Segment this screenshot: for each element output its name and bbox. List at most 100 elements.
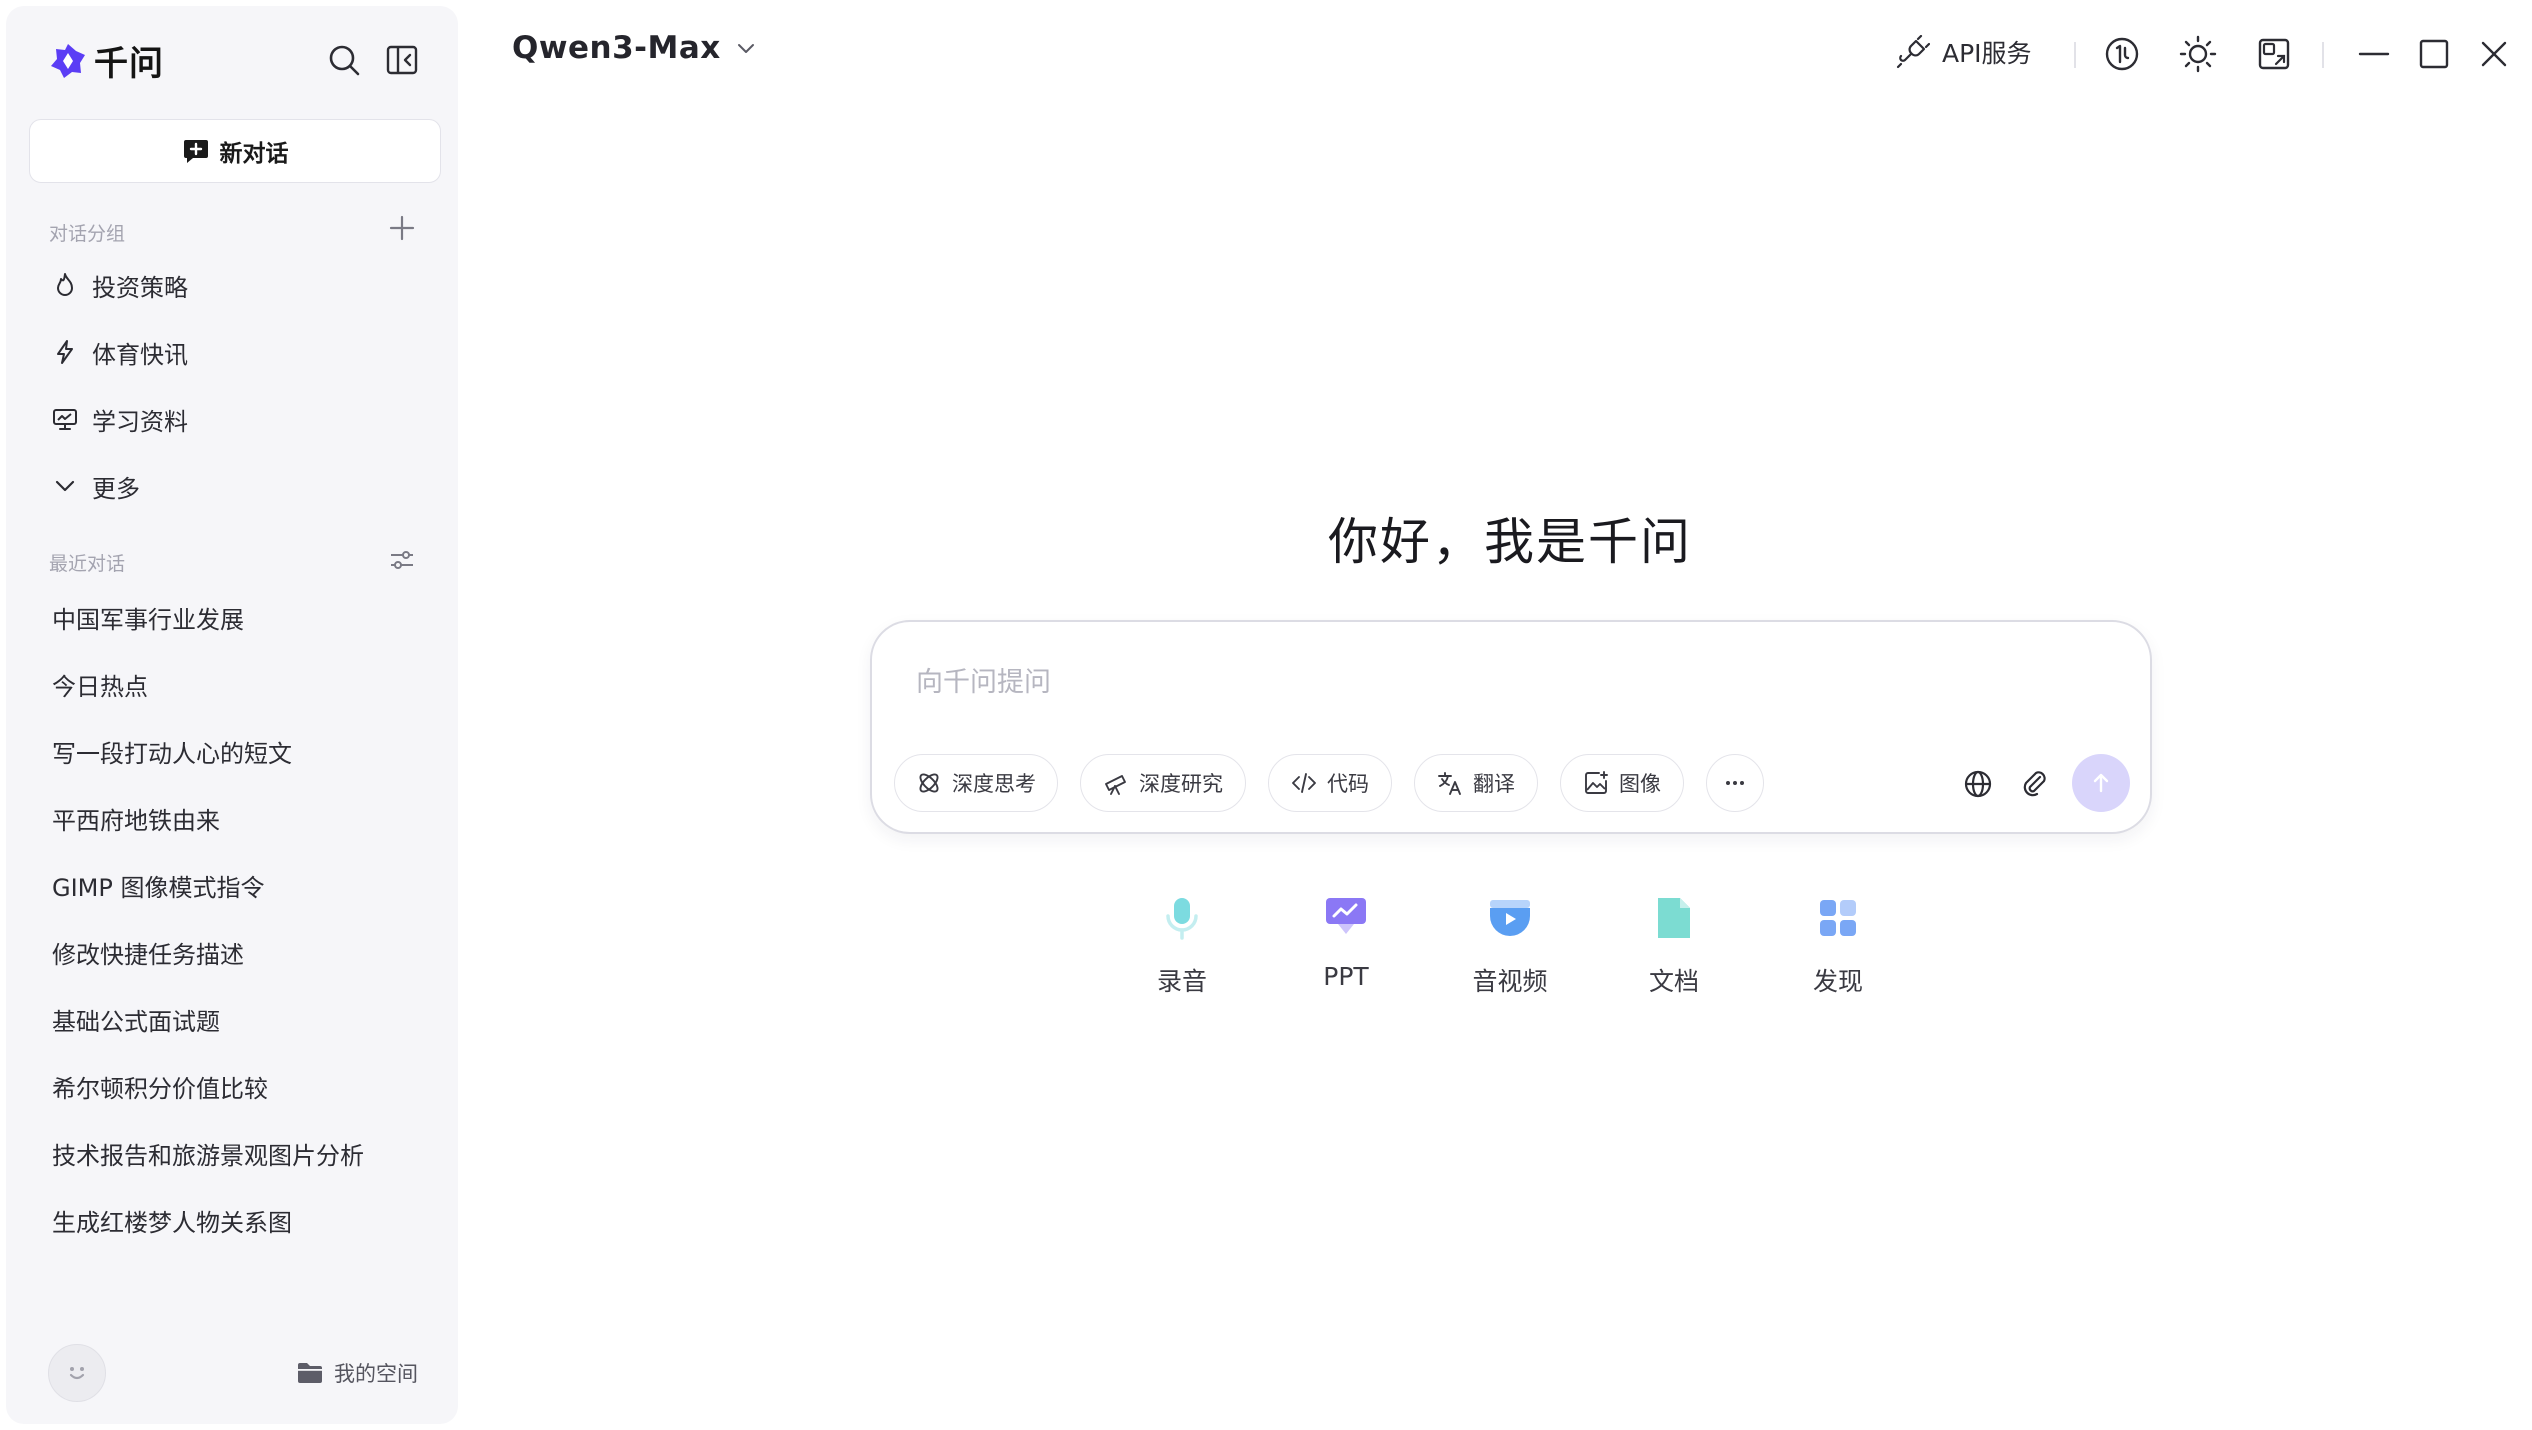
fire-icon bbox=[57, 273, 73, 296]
my-space-button[interactable]: 我的空间 bbox=[296, 1358, 418, 1388]
lightning-icon bbox=[57, 340, 73, 364]
recent-chat-item[interactable]: 技术报告和旅游景观图片分析 bbox=[42, 1125, 432, 1181]
search-button[interactable] bbox=[324, 40, 364, 80]
chevron-down-icon bbox=[55, 480, 75, 492]
presentation-icon bbox=[53, 409, 77, 430]
recent-chat-item[interactable]: 写一段打动人心的短文 bbox=[42, 723, 432, 779]
search-icon bbox=[329, 45, 360, 76]
recent-chat-item[interactable]: 修改快捷任务描述 bbox=[42, 924, 432, 980]
recent-chat-item[interactable]: GIMP 图像模式指令 bbox=[42, 857, 432, 913]
chevron-down-icon bbox=[737, 44, 754, 53]
filter-recent-button[interactable] bbox=[388, 546, 416, 574]
group-item-label: 投资策略 bbox=[92, 273, 188, 302]
group-item-label: 更多 bbox=[92, 474, 140, 503]
close-icon bbox=[2481, 41, 2507, 67]
deep-think-chip[interactable]: 深度思考 bbox=[894, 754, 1058, 812]
window-split-icon bbox=[2258, 38, 2290, 70]
chip-label: 深度思考 bbox=[952, 772, 1036, 796]
one-circle-icon bbox=[2105, 37, 2139, 71]
group-item-study[interactable]: 学习资料 bbox=[42, 391, 432, 447]
more-tools-button[interactable] bbox=[1706, 754, 1764, 812]
attach-file-button[interactable] bbox=[2014, 764, 2054, 804]
close-window-button[interactable] bbox=[2474, 34, 2514, 74]
quick-action-label: 文档 bbox=[1648, 967, 1699, 996]
quick-action-discover[interactable]: 发现 bbox=[1778, 894, 1898, 998]
toolbar-divider bbox=[2322, 42, 2324, 68]
recent-chat-item[interactable]: 中国军事行业发展 bbox=[42, 589, 432, 645]
sun-icon bbox=[2179, 35, 2217, 73]
toolbar-divider bbox=[2074, 42, 2076, 68]
model-name: Qwen3-Max bbox=[512, 30, 721, 66]
chat-composer: 深度思考 深度研究 代码 bbox=[870, 620, 2152, 834]
recent-section-label: 最近对话 bbox=[49, 553, 126, 575]
more-horizontal-icon bbox=[1726, 781, 1744, 785]
recent-chat-item[interactable]: 基础公式面试题 bbox=[42, 991, 432, 1047]
group-item-label: 学习资料 bbox=[92, 407, 188, 436]
group-item-investment[interactable]: 投资策略 bbox=[42, 257, 432, 313]
collapse-sidebar-button[interactable] bbox=[382, 40, 422, 80]
my-space-label: 我的空间 bbox=[334, 1362, 418, 1386]
plus-icon bbox=[389, 215, 415, 241]
minimize-icon bbox=[2358, 52, 2390, 56]
send-button[interactable] bbox=[2072, 754, 2130, 812]
plug-icon bbox=[1896, 35, 1930, 69]
greeting-title: 你好，我是千问 bbox=[1328, 513, 1692, 571]
telescope-icon bbox=[1105, 775, 1126, 795]
new-chat-label: 新对话 bbox=[219, 141, 289, 167]
minimize-button[interactable] bbox=[2354, 34, 2394, 74]
quick-action-label: 录音 bbox=[1156, 967, 1207, 996]
new-chat-button[interactable]: 新对话 bbox=[29, 119, 441, 183]
folder-icon bbox=[298, 1363, 322, 1383]
recent-chat-item[interactable]: 生成红楼梦人物关系图 bbox=[42, 1192, 432, 1248]
add-group-button[interactable] bbox=[388, 214, 416, 242]
document-icon bbox=[1658, 898, 1690, 938]
globe-icon bbox=[1964, 770, 1992, 798]
sidebar: 千问 新对话 对话分组 投资策略 体育快讯 学习资料 更多 最近对话 中国军事行… bbox=[6, 6, 458, 1424]
code-icon bbox=[1292, 773, 1316, 793]
model-selector[interactable]: Qwen3-Max bbox=[512, 30, 757, 66]
deep-research-chip[interactable]: 深度研究 bbox=[1080, 754, 1246, 812]
web-search-button[interactable] bbox=[1958, 764, 1998, 804]
quick-action-docs[interactable]: 文档 bbox=[1614, 894, 1734, 998]
paperclip-icon bbox=[2023, 771, 2046, 797]
video-play-icon bbox=[1490, 900, 1530, 936]
code-chip[interactable]: 代码 bbox=[1268, 754, 1392, 812]
quick-action-ppt[interactable]: PPT bbox=[1286, 894, 1406, 991]
mini-window-button[interactable] bbox=[2254, 34, 2294, 74]
recent-chat-item[interactable]: 平西府地铁由来 bbox=[42, 790, 432, 846]
quick-action-record[interactable]: 录音 bbox=[1122, 894, 1242, 998]
app-logo[interactable]: 千问 bbox=[48, 36, 164, 85]
image-plus-icon bbox=[1585, 771, 1608, 794]
chip-label: 代码 bbox=[1327, 772, 1369, 796]
app-window: 千问 新对话 对话分组 投资策略 体育快讯 学习资料 更多 最近对话 中国军事行… bbox=[0, 0, 2532, 1430]
chat-input[interactable] bbox=[916, 662, 1916, 702]
maximize-icon bbox=[2419, 39, 2449, 69]
quick-action-av[interactable]: 音视频 bbox=[1450, 894, 1570, 998]
qianwen-logo-icon bbox=[51, 43, 85, 78]
arrow-up-icon bbox=[2093, 773, 2109, 793]
api-service-button[interactable]: API服务 bbox=[1896, 34, 2032, 70]
groups-section-label: 对话分组 bbox=[49, 223, 126, 245]
ppt-icon bbox=[1326, 898, 1366, 934]
group-item-sports[interactable]: 体育快讯 bbox=[42, 324, 432, 380]
chip-label: 图像 bbox=[1619, 772, 1661, 796]
theme-toggle-button[interactable] bbox=[2178, 34, 2218, 74]
user-avatar[interactable] bbox=[48, 1344, 106, 1402]
recent-chat-item[interactable]: 今日热点 bbox=[42, 656, 432, 712]
translate-icon bbox=[1438, 772, 1461, 795]
group-item-more[interactable]: 更多 bbox=[42, 458, 432, 514]
api-service-label: API服务 bbox=[1942, 39, 2032, 68]
app-name: 千问 bbox=[94, 44, 164, 84]
translate-chip[interactable]: 翻译 bbox=[1414, 754, 1538, 812]
grid-apps-icon bbox=[1820, 900, 1856, 936]
maximize-button[interactable] bbox=[2414, 34, 2454, 74]
chip-label: 深度研究 bbox=[1139, 772, 1223, 796]
brain-atom-icon bbox=[919, 773, 939, 793]
new-chat-icon bbox=[183, 140, 208, 163]
sidebar-toggle-icon bbox=[386, 45, 418, 75]
quick-action-label: 发现 bbox=[1812, 967, 1863, 996]
usage-button[interactable] bbox=[2102, 34, 2142, 74]
quick-action-label: PPT bbox=[1323, 962, 1369, 991]
image-chip[interactable]: 图像 bbox=[1560, 754, 1684, 812]
recent-chat-item[interactable]: 希尔顿积分价值比较 bbox=[42, 1058, 432, 1114]
